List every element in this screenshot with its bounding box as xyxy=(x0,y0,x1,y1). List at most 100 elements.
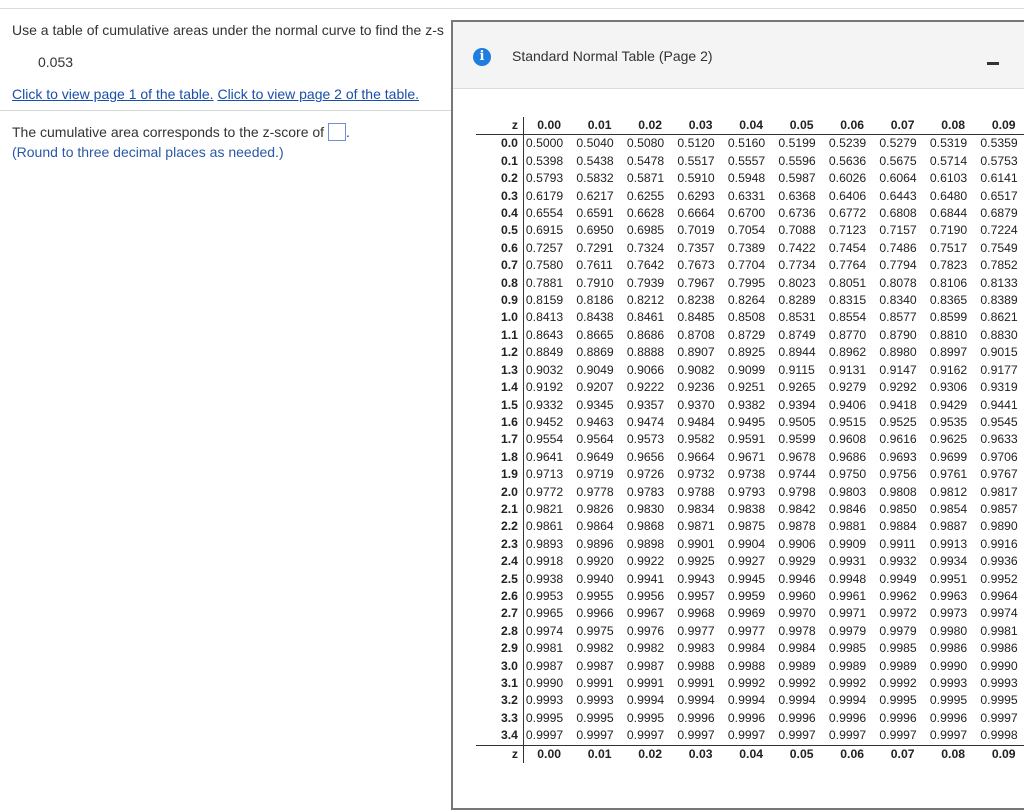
area-value-cell: 0.7291 xyxy=(576,240,614,255)
area-value-cell: 0.9357 xyxy=(626,397,665,412)
area-value-cell: 0.8944 xyxy=(778,345,816,360)
area-value-cell: 0.9911 xyxy=(879,536,916,551)
z-value-cell: 1.0 xyxy=(476,309,524,327)
area-value-cell: 0.7673 xyxy=(677,258,715,273)
area-value-cell: 0.9738 xyxy=(727,467,766,482)
area-value-cell: 0.9968 xyxy=(677,606,715,621)
header-column-label: 0.05 xyxy=(789,118,814,132)
area-value-cell: 0.7324 xyxy=(626,240,665,255)
area-value-cell: 0.9925 xyxy=(677,554,715,569)
z-value-cell: 3.0 xyxy=(476,657,524,675)
area-value-cell: 0.5714 xyxy=(929,153,968,168)
z-value-cell: 0.8 xyxy=(476,274,524,293)
area-value-cell: 0.9713 xyxy=(525,467,564,482)
section-divider xyxy=(0,110,455,111)
area-value-cell: 0.9625 xyxy=(929,432,968,447)
table-row: 0.7 0.7580 0.7611 0.7642 0.7673 0.7704 0.7734 0… xyxy=(476,257,1024,275)
area-value-cell: 0.9573 xyxy=(626,432,665,447)
area-value-cell: 0.9981 xyxy=(980,623,1018,638)
area-value-cell: 0.7224 xyxy=(980,223,1018,238)
footer-column-label: 0.03 xyxy=(688,746,713,761)
area-value-cell: 0.9985 xyxy=(879,641,917,656)
area-value-cell: 0.8413 xyxy=(525,310,564,325)
area-value-cell: 0.5987 xyxy=(778,171,816,186)
area-value-cell: 0.9545 xyxy=(980,414,1018,429)
area-value-cell: 0.9881 xyxy=(828,519,867,534)
z-value-cell: 0.2 xyxy=(476,170,524,188)
area-value-cell: 0.9591 xyxy=(727,432,766,447)
area-value-cell: 0.9756 xyxy=(879,467,917,482)
footer-column-label: 0.06 xyxy=(840,746,865,761)
area-value-cell: 0.9990 xyxy=(929,658,968,673)
area-value-cell: 0.8365 xyxy=(929,293,968,308)
z-value-cell: 1.4 xyxy=(476,379,524,397)
area-value-cell: 0.6255 xyxy=(626,188,665,203)
area-value-cell: 0.7357 xyxy=(677,240,715,255)
area-value-cell: 0.9505 xyxy=(778,414,816,429)
area-value-cell: 0.9996 xyxy=(929,710,968,725)
footer-z-label: z xyxy=(476,745,524,764)
area-value-cell: 0.6591 xyxy=(576,206,614,221)
footer-column-label: 0.05 xyxy=(789,746,814,761)
area-value-cell: 0.9997 xyxy=(727,728,766,743)
view-page-1-link[interactable]: Click to view page 1 of the table. xyxy=(12,86,214,102)
area-value-cell: 0.9920 xyxy=(576,554,614,569)
area-value-cell: 0.9963 xyxy=(929,588,968,603)
area-value-cell: 0.9861 xyxy=(525,519,564,534)
area-value-cell: 0.5359 xyxy=(980,136,1018,151)
area-value-cell: 0.9936 xyxy=(980,554,1018,569)
area-value-cell: 0.8665 xyxy=(576,327,614,342)
z-value-cell: 1.9 xyxy=(476,466,524,484)
area-value-cell: 0.8621 xyxy=(980,310,1018,325)
area-value-cell: 0.8023 xyxy=(778,275,816,290)
area-value-cell: 0.9952 xyxy=(980,571,1018,586)
area-value-cell: 0.9960 xyxy=(778,588,816,603)
area-value-cell: 0.5793 xyxy=(525,171,564,186)
area-value-cell: 0.9854 xyxy=(929,501,968,516)
area-value-cell: 0.9998 xyxy=(980,728,1018,743)
area-value-cell: 0.9931 xyxy=(828,554,867,569)
area-value-cell: 0.9995 xyxy=(576,710,614,725)
area-value-cell: 0.5040 xyxy=(576,136,614,151)
z-value-cell: 0.0 xyxy=(476,134,524,153)
view-page-2-link[interactable]: Click to view page 2 of the table. xyxy=(217,86,419,102)
area-value-cell: 0.5596 xyxy=(778,153,816,168)
question-text: Use a table of cumulative areas under th… xyxy=(12,22,444,38)
area-value-cell: 0.9808 xyxy=(879,484,917,499)
area-value-cell: 0.9994 xyxy=(727,693,766,708)
area-value-cell: 0.9686 xyxy=(828,449,867,464)
minimize-icon[interactable] xyxy=(987,62,999,65)
area-value-cell: 0.9279 xyxy=(828,380,867,395)
area-value-cell: 0.9992 xyxy=(828,676,867,690)
z-value-cell: 3.3 xyxy=(476,709,524,728)
z-score-input[interactable] xyxy=(328,123,347,141)
table-row: 1.0 0.8413 0.8438 0.8461 0.8485 0.8508 0.8531 0… xyxy=(476,309,1024,327)
area-value-cell: 0.6772 xyxy=(828,206,867,221)
area-value-cell: 0.9995 xyxy=(929,693,968,708)
area-value-cell: 0.6026 xyxy=(828,171,867,186)
rounding-hint: (Round to three decimal places as needed… xyxy=(12,144,284,160)
table-row: 3.3 0.9995 0.9995 0.9995 0.9996 0.9996 0.9996 0… xyxy=(476,709,1024,728)
table-row: 1.4 0.9192 0.9207 0.9222 0.9236 0.9251 0.9265 0… xyxy=(476,379,1024,397)
area-value-cell: 0.9099 xyxy=(727,362,766,377)
area-value-cell: 0.9732 xyxy=(677,467,715,482)
z-value-cell: 0.7 xyxy=(476,257,524,275)
area-value-cell: 0.9932 xyxy=(879,554,917,569)
area-value-cell: 0.9332 xyxy=(525,397,564,412)
area-value-cell: 0.6406 xyxy=(828,188,867,203)
area-value-cell: 0.5675 xyxy=(879,153,917,168)
area-value-cell: 0.8997 xyxy=(929,345,968,360)
standard-normal-table-dialog: i Standard Normal Table (Page 2) z 0.00 0.… xyxy=(451,20,1024,810)
area-value-cell: 0.9990 xyxy=(525,676,564,690)
area-value-cell: 0.8599 xyxy=(929,310,968,325)
area-value-cell: 0.9990 xyxy=(980,658,1018,673)
area-value-cell: 0.8531 xyxy=(778,310,816,325)
area-value-cell: 0.9265 xyxy=(778,380,816,395)
header-column-label: 0.09 xyxy=(991,118,1016,132)
area-value-cell: 0.5871 xyxy=(626,171,665,186)
z-value-cell: 0.3 xyxy=(476,187,524,206)
area-value-cell: 0.9991 xyxy=(626,676,665,690)
area-value-cell: 0.9394 xyxy=(778,397,816,412)
area-value-cell: 0.9788 xyxy=(677,484,715,499)
area-value-cell: 0.9767 xyxy=(980,467,1018,482)
